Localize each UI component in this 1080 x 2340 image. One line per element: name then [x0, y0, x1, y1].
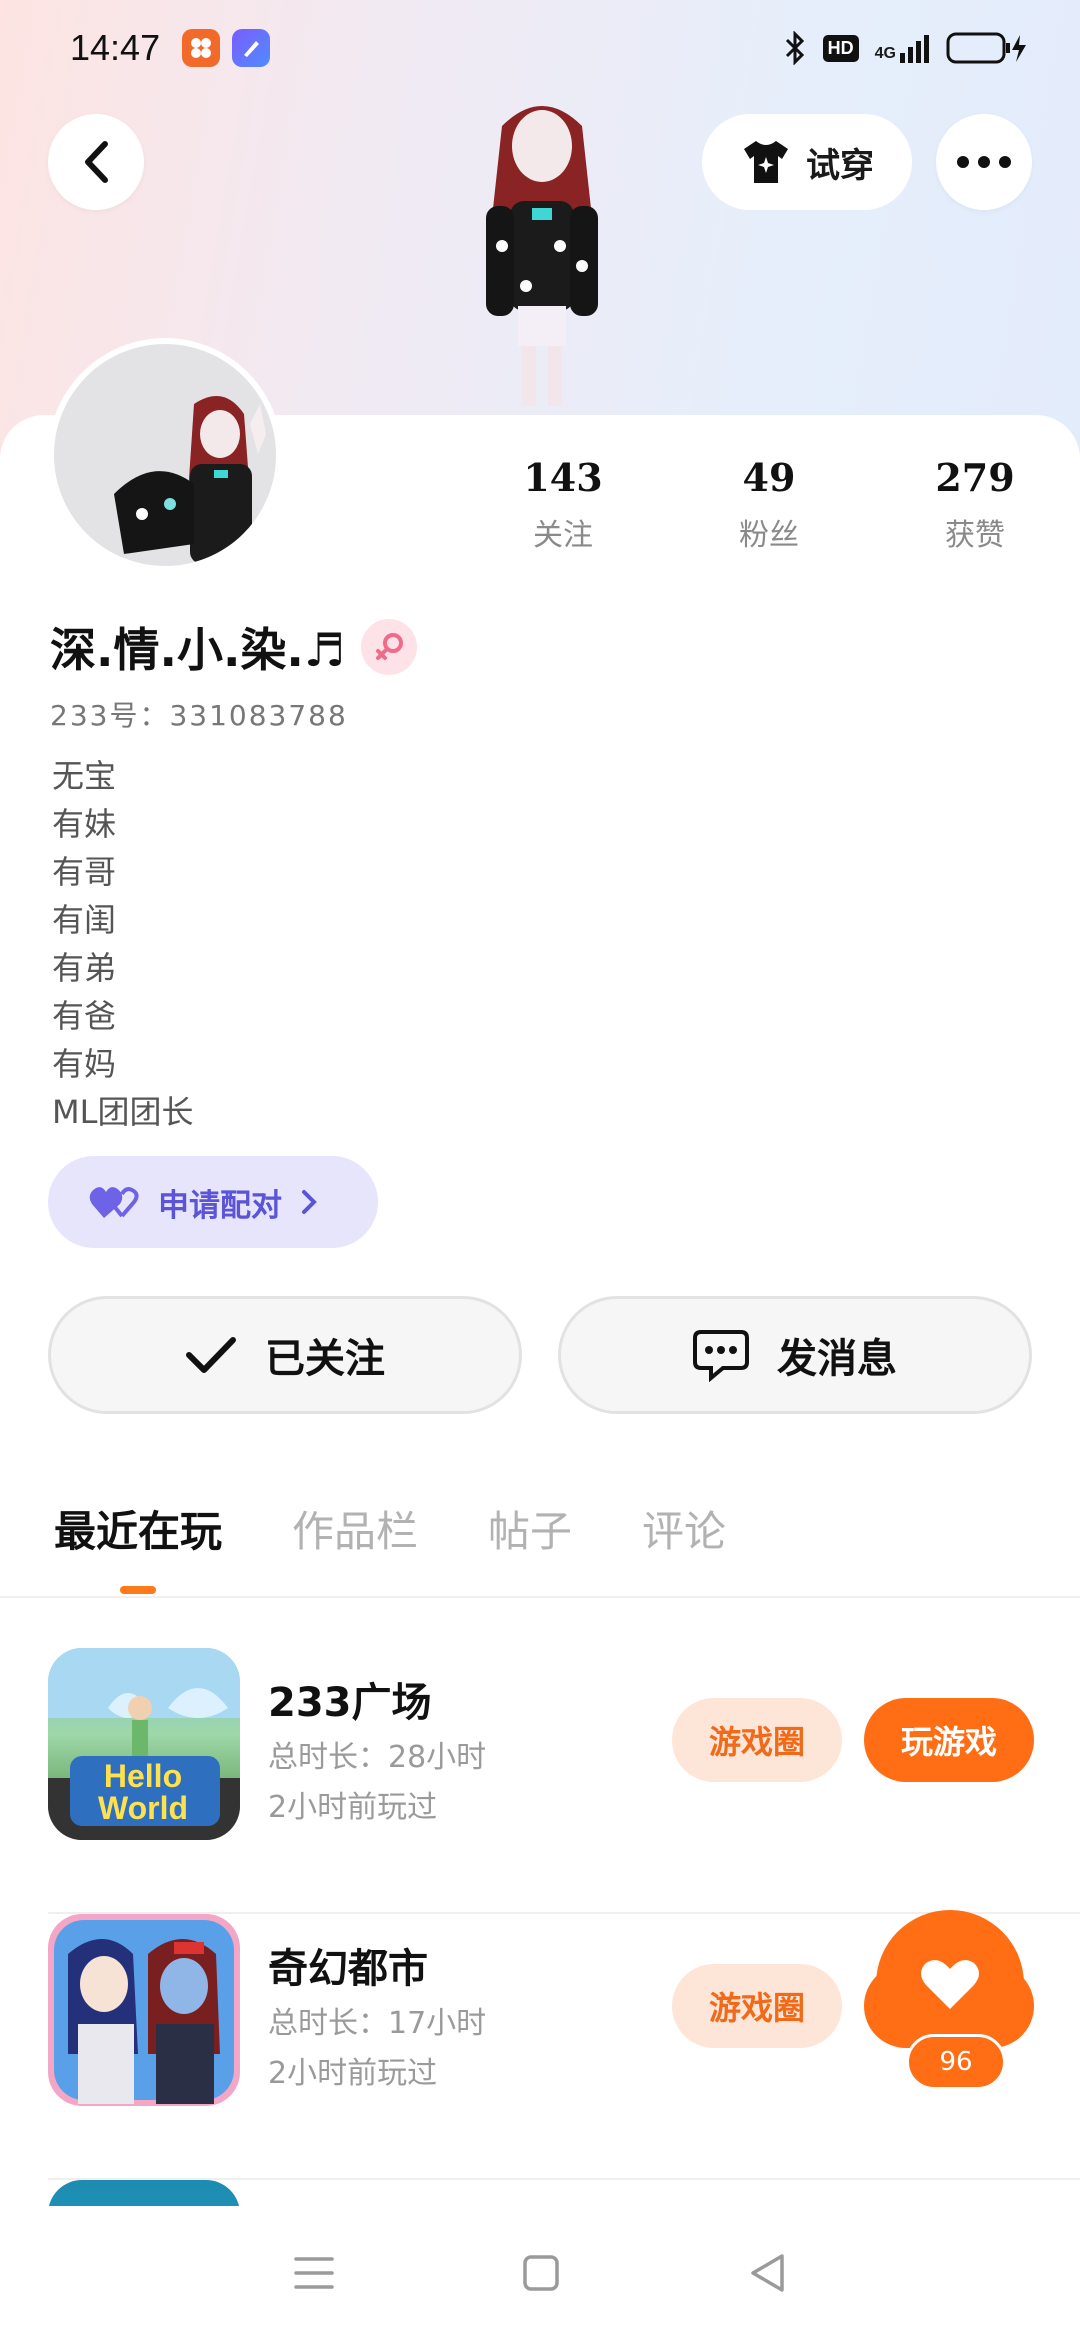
- stat-value: 279: [935, 455, 1015, 500]
- back-triangle-icon[interactable]: [748, 2253, 786, 2293]
- profile-tabs: 最近在玩 作品栏 帖子 评论: [54, 1498, 726, 1559]
- followed-button[interactable]: 已关注: [48, 1296, 522, 1414]
- try-on-button[interactable]: 试穿: [702, 114, 912, 210]
- signal-icon: 4G: [875, 33, 930, 63]
- game-duration: 总时长：28小时: [268, 1740, 487, 1775]
- user-id: 233号：331083788: [50, 699, 348, 732]
- try-on-label: 试穿: [806, 145, 874, 186]
- game-circle-button[interactable]: 游戏圈: [672, 1964, 842, 2048]
- game-icon: Hello World: [48, 1648, 240, 1840]
- tab-posts[interactable]: 帖子: [488, 1498, 572, 1559]
- stat-label: 粉丝: [739, 518, 799, 553]
- battery-icon: [946, 32, 1026, 64]
- stat-value: 143: [523, 455, 603, 500]
- game-icon-text: Hello World: [97, 1758, 189, 1826]
- send-message-label: 发消息: [777, 1336, 897, 1382]
- hd-badge: HD: [822, 34, 859, 62]
- stat-likes[interactable]: 279 获赞: [872, 455, 1078, 554]
- game-list-item[interactable]: Hello World 233广场 总时长：28小时 2小时前玩过 游戏圈 玩游…: [48, 1648, 1080, 1914]
- bluetooth-icon: [785, 31, 804, 65]
- tshirt-icon: [744, 141, 788, 183]
- chevron-left-icon: [85, 141, 108, 183]
- profile-stats: 143 关注 49 粉丝 279 获赞: [460, 455, 1080, 554]
- status-time: 14:47: [70, 27, 161, 68]
- bio-line: 有妹: [52, 805, 117, 843]
- stat-following[interactable]: 143 关注: [460, 455, 666, 554]
- back-button[interactable]: [48, 114, 144, 210]
- stat-label: 获赞: [945, 518, 1005, 553]
- app-notification-icon-2: [232, 29, 271, 67]
- bio-line: 有弟: [52, 949, 117, 987]
- bio-line: 有妈: [52, 1045, 117, 1083]
- tab-recently-played[interactable]: 最近在玩: [54, 1498, 222, 1559]
- bio-line: 有闺: [52, 901, 117, 939]
- system-navigation-bar: [0, 2206, 1080, 2340]
- followed-label: 已关注: [265, 1336, 385, 1382]
- female-gender-icon: [361, 619, 418, 675]
- double-heart-icon: [89, 1187, 139, 1218]
- username: 深.情.小.染.♬: [50, 623, 346, 677]
- game-last-played: 2小时前玩过: [268, 1790, 438, 1825]
- tab-works[interactable]: 作品栏: [292, 1498, 418, 1559]
- app-notification-icon: [182, 29, 221, 67]
- avatar[interactable]: [48, 338, 282, 572]
- active-tab-indicator: [120, 1586, 156, 1594]
- heart-icon: [921, 1960, 979, 2009]
- stat-value: 49: [742, 455, 796, 500]
- bio-line: 有爸: [52, 997, 117, 1035]
- bio-line: ML团团长: [52, 1093, 194, 1131]
- username-row: 深.情.小.染.♬: [50, 614, 418, 680]
- game-name: 233广场: [268, 1680, 432, 1726]
- like-count: 96: [906, 2034, 1006, 2090]
- chat-bubble-icon: [693, 1330, 749, 1382]
- home-icon[interactable]: [522, 2254, 560, 2292]
- menu-icon[interactable]: [294, 2255, 334, 2291]
- game-duration: 总时长：17小时: [268, 2006, 487, 2041]
- tab-comments[interactable]: 评论: [642, 1498, 726, 1559]
- like-floating-button[interactable]: 96: [868, 1910, 1032, 2092]
- apply-pair-button[interactable]: 申请配对: [48, 1156, 378, 1248]
- status-bar: 14:47 HD 4G: [0, 0, 1080, 96]
- chevron-right-icon: [302, 1190, 317, 1214]
- more-button[interactable]: [936, 114, 1032, 210]
- bio-line: 无宝: [52, 757, 117, 795]
- game-last-played: 2小时前玩过: [268, 2056, 438, 2091]
- checkmark-icon: [186, 1337, 236, 1373]
- apply-pair-label: 申请配对: [158, 1187, 282, 1224]
- game-icon: [48, 1914, 240, 2106]
- more-dots-icon: [957, 156, 1011, 168]
- send-message-button[interactable]: 发消息: [558, 1296, 1032, 1414]
- avatar-character-figure: [486, 106, 598, 406]
- stat-followers[interactable]: 49 粉丝: [666, 455, 872, 554]
- stat-label: 关注: [533, 518, 593, 553]
- game-circle-button[interactable]: 游戏圈: [672, 1698, 842, 1782]
- bio-line: 有哥: [52, 853, 117, 891]
- bio: 无宝 有妹 有哥 有闺 有弟 有爸 有妈 ML团团长: [52, 752, 193, 1136]
- tabs-divider: [0, 1596, 1080, 1598]
- play-game-button[interactable]: 玩游戏: [864, 1698, 1034, 1782]
- game-name: 奇幻都市: [268, 1946, 428, 1992]
